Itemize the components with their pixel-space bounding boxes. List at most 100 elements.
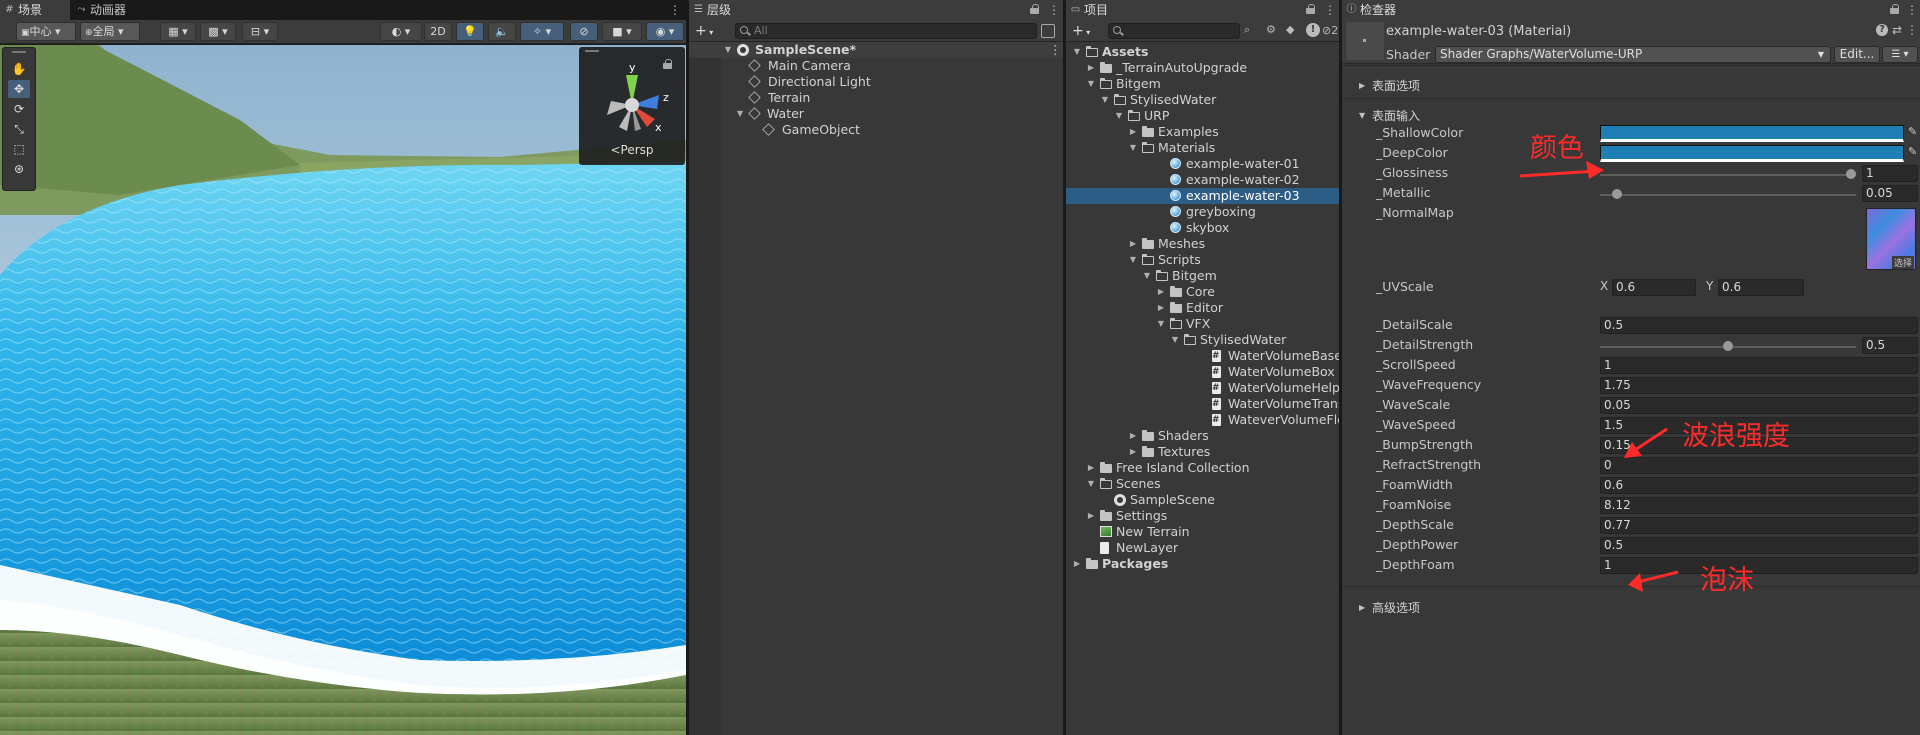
project-asset-item[interactable]: SampleScene bbox=[1066, 492, 1339, 508]
project-folder-item[interactable]: ▼ StylisedWater bbox=[1066, 332, 1339, 348]
chevron-down-icon[interactable]: ▼ bbox=[1128, 140, 1138, 156]
inspector-menu-icon[interactable]: ⋮ bbox=[1906, 3, 1918, 17]
chevron-right-icon[interactable]: ▶ bbox=[1086, 460, 1096, 476]
metallic-slider[interactable] bbox=[1600, 194, 1856, 196]
create-dropdown[interactable]: + ▾ bbox=[695, 22, 723, 40]
project-folder-item[interactable]: ▼ URP bbox=[1066, 108, 1339, 124]
audio-toggle[interactable]: 🔈 bbox=[488, 22, 516, 41]
expand-arrow-icon[interactable]: ▼ bbox=[735, 106, 745, 122]
uvscale-y-field[interactable]: 0.6 bbox=[1718, 279, 1804, 296]
tab-project[interactable]: ▭ 项目 bbox=[1066, 0, 1339, 20]
refract-strength-field[interactable]: 0 bbox=[1600, 457, 1918, 474]
search-scene-icon[interactable]: ⌕ bbox=[1244, 23, 1260, 39]
detail-strength-field[interactable]: 0.5 bbox=[1862, 337, 1918, 354]
rotate-tool-icon[interactable]: ⟳ bbox=[8, 100, 30, 118]
shader-options-dropdown[interactable]: ☰ ▾ bbox=[1882, 46, 1918, 63]
surface-options-foldout[interactable]: ▶ 表面选项 bbox=[1342, 76, 1420, 96]
tab-scene[interactable]: # 场景 bbox=[0, 0, 70, 20]
surface-inputs-foldout[interactable]: ▼ 表面输入 bbox=[1342, 106, 1420, 126]
chevron-down-icon[interactable]: ▼ bbox=[1170, 332, 1180, 348]
chevron-down-icon[interactable]: ▼ bbox=[1156, 316, 1166, 332]
hierarchy-item[interactable]: Main Camera bbox=[748, 58, 851, 74]
chevron-down-icon[interactable]: ▼ bbox=[1086, 476, 1096, 492]
uvscale-x-field[interactable]: 0.6 bbox=[1612, 279, 1696, 296]
project-asset-item[interactable]: example-water-01 bbox=[1066, 156, 1339, 172]
project-folder-item[interactable]: ▶ Editor bbox=[1066, 300, 1339, 316]
toggle-2d-button[interactable]: 2D bbox=[424, 22, 452, 41]
hierarchy-item[interactable]: GameObject bbox=[762, 122, 860, 138]
glossiness-field[interactable]: 1 bbox=[1862, 165, 1918, 182]
shader-dropdown[interactable]: Shader Graphs/WaterVolume-URP ▼ bbox=[1435, 46, 1831, 63]
chevron-right-icon[interactable]: ▶ bbox=[1086, 508, 1096, 524]
chevron-right-icon[interactable]: ▶ bbox=[1128, 124, 1138, 140]
glossiness-slider-handle[interactable] bbox=[1846, 169, 1856, 179]
chevron-down-icon[interactable]: ▼ bbox=[1072, 44, 1082, 60]
project-asset-item[interactable]: New Terrain bbox=[1066, 524, 1339, 540]
expand-arrow-icon[interactable]: ▼ bbox=[723, 42, 733, 58]
projection-label[interactable]: <Persp bbox=[579, 143, 685, 157]
material-menu-icon[interactable]: ⋮ bbox=[1906, 23, 1918, 37]
orientation-gizmo[interactable]: y z x <Persp bbox=[579, 47, 685, 165]
project-folder-item[interactable]: ▶ Core bbox=[1066, 284, 1339, 300]
eyedropper-icon[interactable]: ✎ bbox=[1908, 125, 1917, 138]
project-folder-item[interactable]: ▼ Scenes bbox=[1066, 476, 1339, 492]
rect-tool-icon[interactable]: ⬚ bbox=[8, 140, 30, 158]
project-asset-item[interactable]: WaterVolumeBox bbox=[1066, 364, 1339, 380]
project-asset-item[interactable]: WaterVolumeTransfor bbox=[1066, 396, 1339, 412]
hidden-packages-toggle[interactable]: ⊘21 bbox=[1322, 23, 1345, 39]
project-folder-item[interactable]: ▼ StylisedWater bbox=[1066, 92, 1339, 108]
project-folder-item[interactable]: ▶ Free Island Collection bbox=[1066, 460, 1339, 476]
project-folder-item[interactable]: ▶ Examples bbox=[1066, 124, 1339, 140]
project-asset-item[interactable]: example-water-02 bbox=[1066, 172, 1339, 188]
shallow-color-swatch[interactable] bbox=[1600, 125, 1904, 142]
project-asset-item[interactable]: greyboxing bbox=[1066, 204, 1339, 220]
hierarchy-item[interactable]: Terrain bbox=[748, 90, 810, 106]
depth-power-field[interactable]: 0.5 bbox=[1600, 537, 1918, 554]
chevron-right-icon[interactable]: ▶ bbox=[1128, 236, 1138, 252]
global-dropdown[interactable]: ⊕全局 ▾ bbox=[80, 22, 140, 41]
gizmo-drag-handle[interactable] bbox=[585, 50, 599, 52]
project-folder-item[interactable]: ▼ Bitgem bbox=[1066, 268, 1339, 284]
project-asset-item[interactable]: WaterVolumeBase bbox=[1066, 348, 1339, 364]
project-menu-icon[interactable]: ⋮ bbox=[1324, 3, 1336, 17]
project-folder-item[interactable]: ▶ Meshes bbox=[1066, 236, 1339, 252]
project-folder-item[interactable]: ▶ Textures bbox=[1066, 444, 1339, 460]
project-lock-icon[interactable] bbox=[1306, 4, 1315, 14]
metallic-field[interactable]: 0.05 bbox=[1862, 185, 1918, 202]
chevron-right-icon[interactable]: ▶ bbox=[1128, 428, 1138, 444]
hierarchy-item[interactable]: Directional Light bbox=[748, 74, 871, 90]
project-asset-item[interactable]: example-water-03 bbox=[1066, 188, 1339, 204]
scroll-speed-field[interactable]: 1 bbox=[1600, 357, 1918, 374]
chevron-down-icon[interactable]: ▼ bbox=[1114, 108, 1124, 124]
metallic-slider-handle[interactable] bbox=[1612, 189, 1623, 199]
hierarchy-search-input[interactable]: All bbox=[735, 23, 1037, 39]
tab-hierarchy[interactable]: ☰ 层级 bbox=[689, 0, 1063, 20]
scene-menu-icon[interactable]: ⋮ bbox=[669, 3, 681, 17]
project-folder-item[interactable]: ▼ Scripts bbox=[1066, 252, 1339, 268]
wave-frequency-field[interactable]: 1.75 bbox=[1600, 377, 1918, 394]
scene-visibility-toggle[interactable]: ⊘ bbox=[570, 22, 598, 41]
hierarchy-scene-row[interactable]: ▼ SampleScene* ⋮ bbox=[689, 42, 1063, 58]
foam-noise-field[interactable]: 8.12 bbox=[1600, 497, 1918, 514]
pivot-dropdown[interactable]: ▣中心 ▾ bbox=[16, 22, 76, 41]
chevron-down-icon[interactable]: ▼ bbox=[1128, 252, 1138, 268]
scene-viewport[interactable]: ✋ ✥ ⟳ ⤡ ⬚ ⊛ y z x <Persp bbox=[0, 45, 686, 735]
project-folder-item[interactable]: ▶ Settings bbox=[1066, 508, 1339, 524]
depth-foam-field[interactable]: 1 bbox=[1600, 557, 1918, 574]
hierarchy-menu-icon[interactable]: ⋮ bbox=[1048, 3, 1060, 17]
edit-shader-button[interactable]: Edit... bbox=[1834, 46, 1880, 63]
project-folder-item[interactable]: ▶ _TerrainAutoUpgrade bbox=[1066, 60, 1339, 76]
shading-mode-button[interactable]: ◐ ▾ bbox=[380, 22, 422, 41]
help-icon[interactable]: ? bbox=[1876, 24, 1888, 36]
glossiness-slider[interactable] bbox=[1600, 174, 1856, 176]
chevron-down-icon[interactable]: ▼ bbox=[1086, 76, 1096, 92]
chevron-right-icon[interactable]: ▶ bbox=[1072, 556, 1082, 572]
info-icon[interactable]: ! bbox=[1306, 23, 1320, 37]
detail-scale-field[interactable]: 0.5 bbox=[1600, 317, 1918, 334]
lighting-toggle[interactable]: 💡 bbox=[456, 22, 484, 41]
project-asset-item[interactable]: NewLayer bbox=[1066, 540, 1339, 556]
project-folder-item[interactable]: ▶ Packages bbox=[1066, 556, 1339, 572]
chevron-down-icon[interactable]: ▼ bbox=[1142, 268, 1152, 284]
advanced-options-foldout[interactable]: ▶ 高级选项 bbox=[1342, 598, 1420, 618]
project-asset-item[interactable]: skybox bbox=[1066, 220, 1339, 236]
